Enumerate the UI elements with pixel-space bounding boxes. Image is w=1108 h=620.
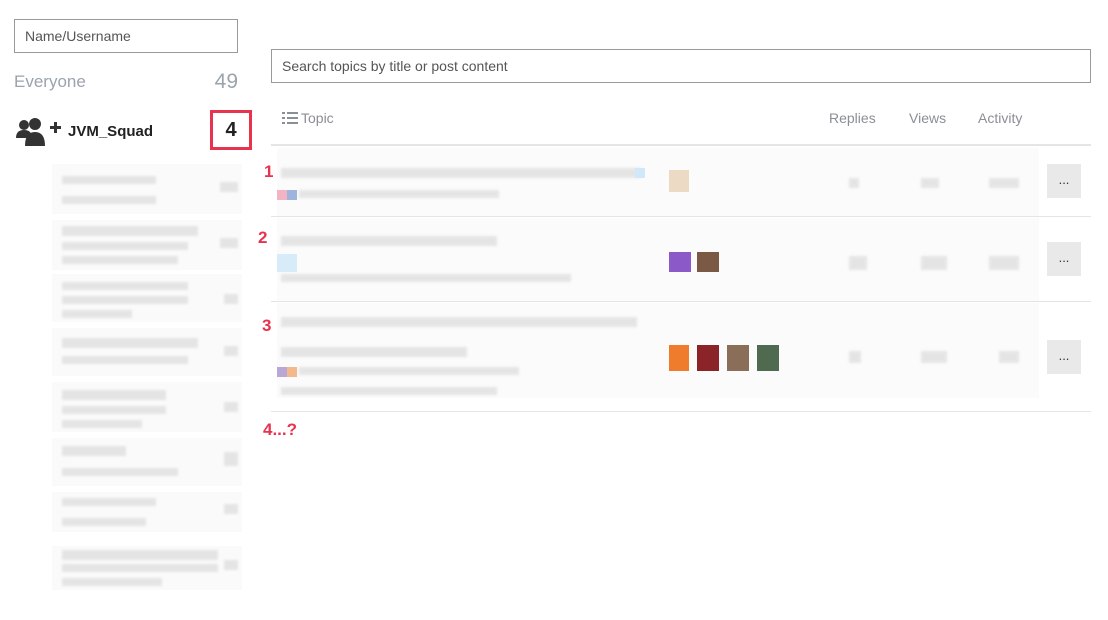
column-topic-label: Topic [301, 110, 334, 126]
everyone-label: Everyone [14, 72, 86, 91]
column-views[interactable]: Views [909, 110, 946, 126]
member-item[interactable] [52, 382, 242, 432]
more-rows-annotation: 4...? [263, 420, 298, 439]
topic-row[interactable]: ... [271, 218, 1091, 302]
member-item[interactable] [52, 492, 242, 532]
member-item[interactable] [52, 546, 242, 590]
member-item[interactable] [52, 438, 242, 486]
row-number-1: 1 [264, 162, 274, 181]
topic-search-input[interactable] [271, 49, 1091, 83]
group-row-jvm-squad[interactable]: JVM_Squad 4 [14, 110, 254, 152]
column-replies[interactable]: Replies [829, 110, 876, 126]
member-item[interactable] [52, 328, 242, 376]
topic-more-button[interactable]: ... [1047, 340, 1081, 374]
row-number-2: 2 [258, 228, 268, 247]
topic-table-header: Topic Replies Views Activity [271, 100, 1091, 146]
topic-more-button[interactable]: ... [1047, 164, 1081, 198]
row-number-3: 3 [262, 316, 272, 335]
member-item[interactable] [52, 220, 242, 270]
group-member-count-highlighted: 4 [210, 110, 252, 150]
everyone-group-row[interactable]: Everyone 49 [14, 68, 238, 96]
topic-row[interactable]: ... [271, 303, 1091, 412]
user-group-plus-icon [16, 118, 61, 146]
topic-row[interactable]: ... [271, 148, 1091, 217]
group-member-list [52, 160, 242, 590]
list-icon [282, 112, 298, 124]
member-item[interactable] [52, 164, 242, 214]
member-item[interactable] [52, 274, 242, 322]
name-username-filter-input[interactable] [14, 19, 238, 53]
group-name: JVM_Squad [68, 123, 154, 140]
everyone-count: 49 [214, 70, 238, 93]
column-topic[interactable]: Topic [282, 110, 334, 126]
column-activity[interactable]: Activity [978, 110, 1022, 126]
topic-more-button[interactable]: ... [1047, 242, 1081, 276]
